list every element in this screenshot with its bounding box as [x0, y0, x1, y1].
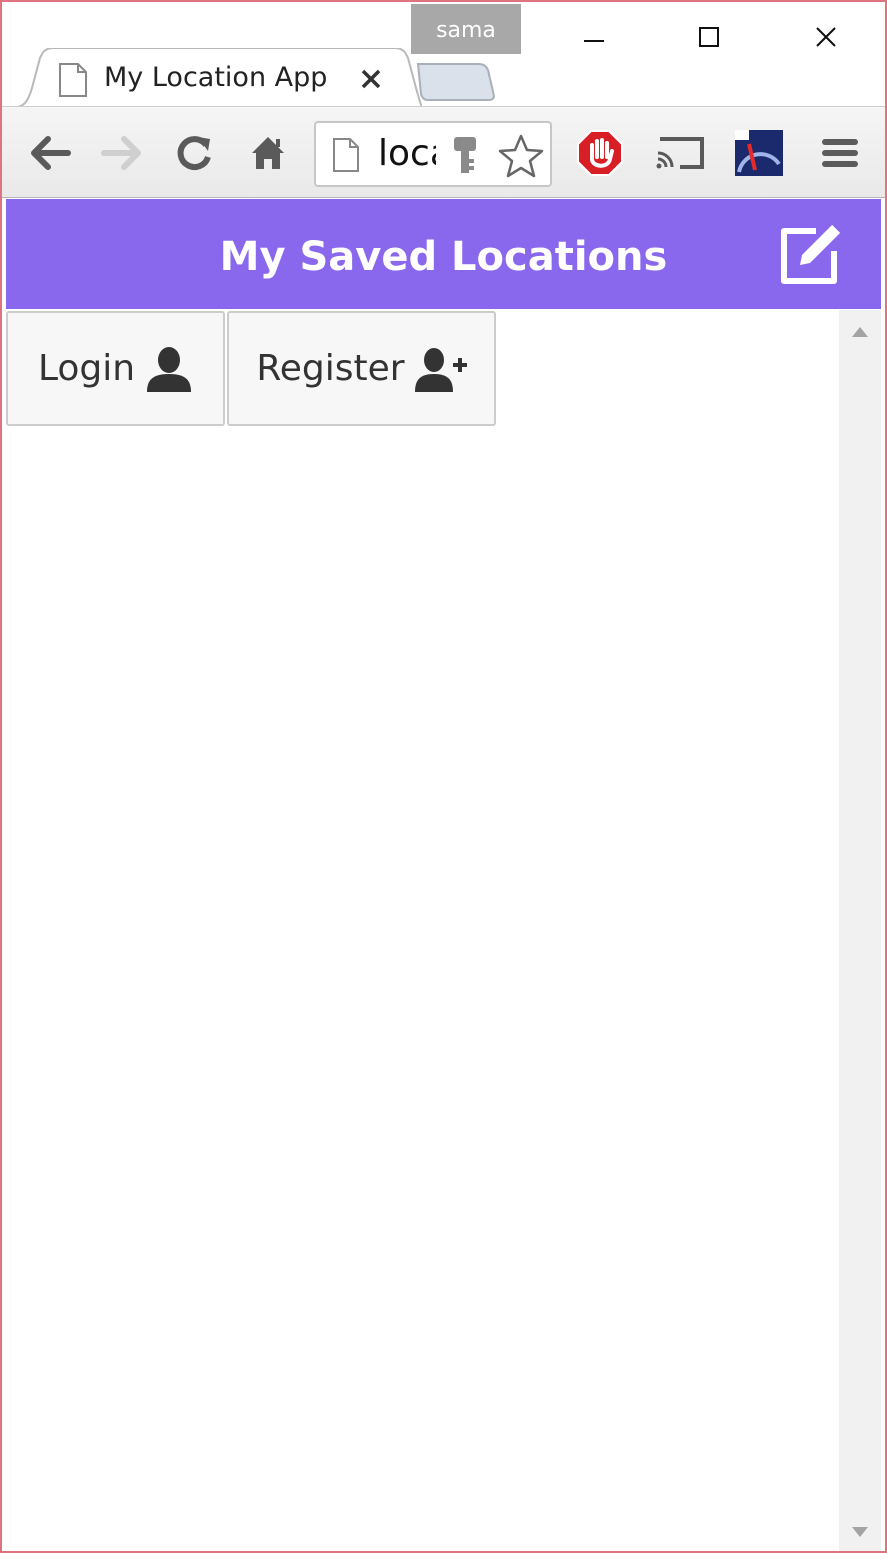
speed-extension-button[interactable]	[732, 129, 786, 177]
page-title: My Saved Locations	[219, 234, 668, 280]
title-bar: sama My Location App	[2, 2, 885, 109]
home-icon	[252, 137, 284, 169]
tab-my-location-app[interactable]: My Location App	[10, 48, 422, 110]
scroll-up-arrow-icon[interactable]	[851, 326, 869, 338]
reload-icon	[177, 136, 211, 171]
close-icon	[816, 27, 836, 47]
new-tab-button[interactable]	[414, 60, 496, 102]
login-label: Login	[37, 348, 136, 389]
maximize-button[interactable]	[679, 12, 739, 62]
page-icon	[59, 63, 87, 97]
maximize-icon	[699, 27, 719, 47]
tab-title: My Location App	[104, 62, 328, 93]
vertical-scrollbar[interactable]	[839, 310, 881, 1551]
app-header: My Saved Locations	[6, 199, 881, 309]
address-bar[interactable]: localhost	[314, 121, 552, 187]
menu-icon	[822, 139, 858, 167]
register-button[interactable]: Register	[227, 311, 496, 426]
close-window-button[interactable]	[796, 12, 856, 62]
menu-button[interactable]	[816, 129, 864, 177]
minimize-button[interactable]	[564, 12, 624, 62]
reload-button[interactable]	[170, 129, 218, 177]
close-icon	[361, 69, 381, 89]
key-icon[interactable]	[450, 135, 480, 177]
edit-icon	[781, 224, 841, 284]
login-button[interactable]: Login	[6, 311, 225, 426]
tab-close-button[interactable]	[358, 66, 384, 92]
register-label: Register	[256, 348, 405, 389]
back-button[interactable]	[26, 129, 74, 177]
adblock-icon	[577, 130, 623, 176]
page-icon	[333, 138, 359, 172]
star-icon[interactable]	[498, 133, 544, 179]
scroll-down-arrow-icon[interactable]	[851, 1526, 869, 1538]
page-content: Login Register	[6, 310, 838, 1551]
forward-arrow-icon	[101, 136, 141, 170]
edit-button[interactable]	[776, 223, 842, 287]
minimize-icon	[584, 40, 604, 42]
back-arrow-icon	[31, 136, 71, 170]
speedometer-icon	[735, 130, 783, 176]
user-icon	[147, 346, 192, 392]
user-plus-icon	[414, 347, 467, 392]
home-button[interactable]	[244, 129, 292, 177]
cast-icon	[656, 137, 704, 169]
cast-button[interactable]	[652, 129, 708, 177]
profile-badge[interactable]: sama	[411, 4, 521, 54]
forward-button[interactable]	[98, 129, 146, 177]
address-text: localhost	[378, 133, 436, 174]
adblock-extension-button[interactable]	[574, 129, 626, 177]
browser-toolbar: localhost	[2, 106, 885, 198]
browser-window: sama My Location App loc My Saved Locati…	[0, 0, 887, 1553]
